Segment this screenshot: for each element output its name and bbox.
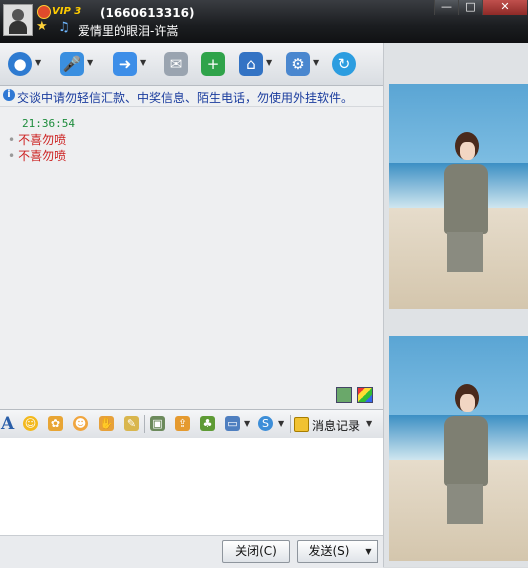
close-button[interactable]: 关闭(C) xyxy=(222,540,290,563)
send-file-icon[interactable]: ⇪ xyxy=(175,416,190,431)
message-button[interactable]: ✉ xyxy=(162,50,198,78)
message-time: 21:36:54 xyxy=(22,117,75,130)
vip-label: VIP 3 xyxy=(52,6,82,17)
send-options-button[interactable]: ▼ xyxy=(360,540,378,563)
chevron-down-icon: ▼ xyxy=(35,58,42,67)
maximize-button[interactable]: □ xyxy=(458,0,482,15)
folder-send-icon: ➜ xyxy=(113,52,137,76)
settings-icon: ⚙ xyxy=(286,52,310,76)
chat-log[interactable]: 21:36:54 • 不喜勿喷 • 不喜勿喷 xyxy=(0,107,383,409)
avatar[interactable] xyxy=(3,4,33,36)
vip-badge-icon xyxy=(37,5,51,19)
maximize-icon: □ xyxy=(465,0,476,13)
close-window-button[interactable]: ✕ xyxy=(482,0,527,15)
chevron-down-icon[interactable]: ▼ xyxy=(244,419,250,428)
minimize-icon: — xyxy=(441,0,452,13)
webcam-button[interactable]: ● ▼ xyxy=(6,50,42,78)
settings-button[interactable]: ⚙ ▼ xyxy=(284,50,320,78)
profile-show-panel xyxy=(383,43,528,567)
history-icon xyxy=(294,417,309,432)
bullet-icon: • xyxy=(8,149,16,163)
music-share-icon[interactable]: S xyxy=(258,416,273,431)
add-chat-icon: + xyxy=(201,52,225,76)
friend-photo xyxy=(389,84,528,309)
expand-icon[interactable] xyxy=(336,387,352,403)
chevron-down-icon: ▼ xyxy=(266,58,273,67)
edit-icon[interactable]: ✎ xyxy=(124,416,139,431)
notice-text: 交谈中请勿轻信汇款、中奖信息、陌生电话，勿使用外挂软件。 xyxy=(17,91,354,105)
history-label: 消息记录 xyxy=(312,419,361,433)
emoji-icon[interactable]: ☺ xyxy=(23,416,38,431)
message-icon: ✉ xyxy=(164,52,188,76)
list-item: • 不喜勿喷 xyxy=(8,131,66,148)
qq-number: (1660613316) xyxy=(100,6,195,20)
top-toolbar: ● ▼ 🎤 ▼ ➜ ▼ ✉ + ⌂ ▼ ⚙ ▼ ↻ xyxy=(0,43,383,86)
refresh-icon: ↻ xyxy=(332,52,356,76)
list-item: • 不喜勿喷 xyxy=(8,147,66,164)
divider xyxy=(144,415,145,433)
voice-button[interactable]: 🎤 ▼ xyxy=(58,50,94,78)
bullet-icon: • xyxy=(8,133,16,147)
cartoon-icon[interactable]: ☻ xyxy=(73,416,88,431)
close-icon: ✕ xyxy=(500,0,510,13)
font-icon[interactable]: A xyxy=(1,414,14,434)
screenshot-icon[interactable]: ▭ xyxy=(225,416,240,431)
chevron-down-icon: ▼ xyxy=(87,58,94,67)
chevron-down-icon: ▼ xyxy=(313,58,320,67)
input-toolbar: A ☺ ✿ ☻ ✋ ✎ ▣ ⇪ ♣ ▭ ▼ S ▼ 消息记录 ▼ xyxy=(0,409,383,439)
self-photo xyxy=(389,336,528,561)
divider xyxy=(290,415,291,433)
image-icon[interactable]: ▣ xyxy=(150,416,165,431)
star-icon: ★ xyxy=(36,19,48,34)
message-text: 不喜勿喷 xyxy=(18,149,67,163)
thumb-icon[interactable]: ✋ xyxy=(99,416,114,431)
send-file-button[interactable]: ➜ ▼ xyxy=(111,50,147,78)
security-notice: i 交谈中请勿轻信汇款、中奖信息、陌生电话，勿使用外挂软件。 xyxy=(0,86,383,107)
minimize-button[interactable]: — xyxy=(434,0,458,15)
send-button[interactable]: 发送(S) xyxy=(297,540,361,563)
message-text: 不喜勿喷 xyxy=(18,133,67,147)
chevron-down-icon: ▼ xyxy=(140,58,147,67)
info-icon: i xyxy=(3,89,15,101)
message-input[interactable] xyxy=(0,438,383,535)
remote-assist-button[interactable]: ⌂ ▼ xyxy=(237,50,273,78)
music-icon: ♫ xyxy=(58,20,70,35)
bottom-bar: 关闭(C) 发送(S) ▼ xyxy=(0,535,383,568)
webcam-icon: ● xyxy=(8,52,32,76)
chevron-down-icon: ▼ xyxy=(366,419,373,428)
game-icon[interactable]: ♣ xyxy=(200,416,215,431)
refresh-button[interactable]: ↻ xyxy=(330,50,366,78)
signature: 爱情里的眼泪-许嵩 xyxy=(78,24,179,38)
add-chat-button[interactable]: + xyxy=(199,50,235,78)
microphone-icon: 🎤 xyxy=(60,52,84,76)
chevron-down-icon[interactable]: ▼ xyxy=(278,419,284,428)
chevron-down-icon: ▼ xyxy=(365,547,372,556)
gif-icon[interactable]: ✿ xyxy=(48,416,63,431)
remote-assist-icon: ⌂ xyxy=(239,52,263,76)
palette-icon[interactable] xyxy=(357,387,373,403)
title-bar: ★ VIP 3 (1660613316) ♫ 爱情里的眼泪-许嵩 — □ ✕ xyxy=(0,0,528,43)
